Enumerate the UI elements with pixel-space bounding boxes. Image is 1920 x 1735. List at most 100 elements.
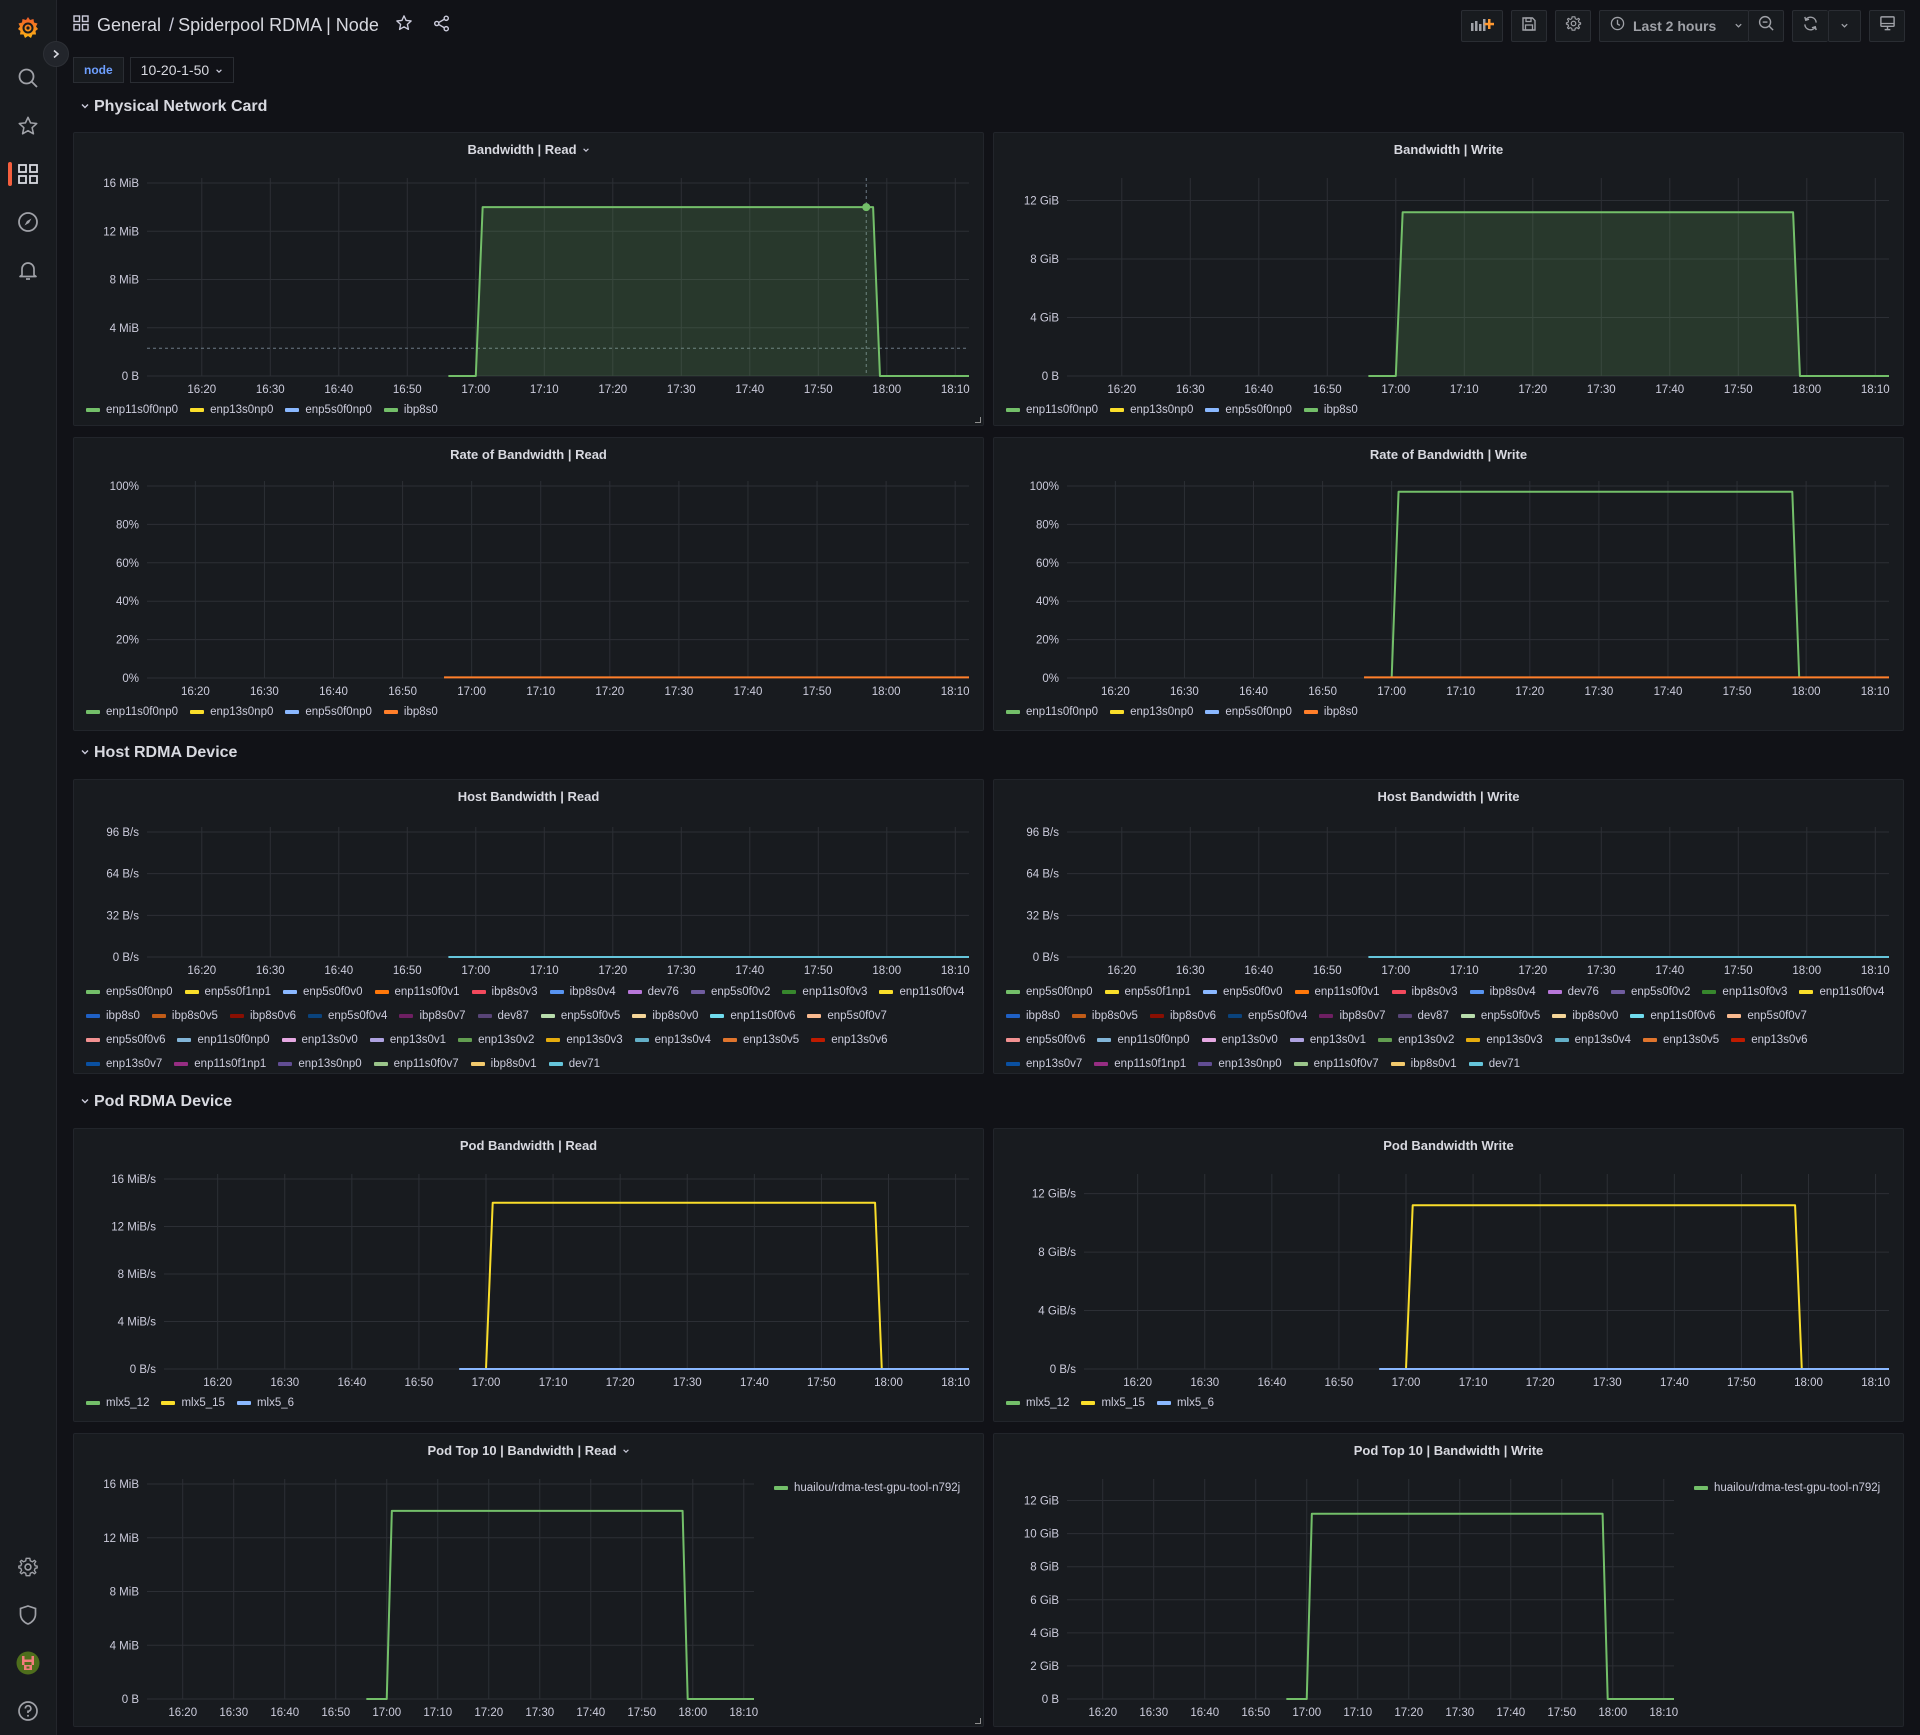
legend-item[interactable]: enp13s0np0 [1110,706,1193,718]
legend-item[interactable]: mlx5_15 [1081,1397,1145,1409]
legend-item[interactable]: enp13s0np0 [1198,1057,1282,1071]
series-line[interactable] [1390,490,1801,679]
legend-item[interactable]: enp13s0v6 [811,1033,888,1047]
legend-item[interactable]: enp13s0v2 [458,1033,534,1047]
legend-item[interactable]: enp5s0f0np0 [285,706,372,718]
dashboard-settings-button[interactable] [1555,10,1591,42]
alerting-icon[interactable] [14,256,42,284]
help-icon[interactable] [14,1697,42,1725]
legend-item[interactable]: mlx5_15 [161,1397,225,1409]
legend-item[interactable]: enp11s0f0v6 [1630,1009,1715,1023]
save-dashboard-button[interactable] [1511,10,1547,42]
legend-item[interactable]: enp5s0f0v2 [690,985,770,999]
legend-item[interactable]: enp13s0v4 [1554,1033,1631,1047]
legend-item[interactable]: ibp8s0 [1006,1009,1060,1023]
legend-item[interactable]: enp5s0f0np0 [1006,985,1093,999]
chart-svg[interactable]: 0% 20% 40% 60% 80% 100% 16:20 16:30 16:40 16:50 17… [994,438,1903,730]
legend-item[interactable]: enp5s0f0np0 [285,404,372,416]
chart-svg[interactable]: 0 B/s 4 MiB/s 8 MiB/s 12 MiB/s 16 MiB/s 16:20… [74,1129,983,1421]
panel-host-bandwidth-write[interactable]: Host Bandwidth | Write 0 B/s 32 B/s 64 B/s 9… [993,779,1904,1074]
legend-item[interactable]: enp11s0f0v7 [1293,1057,1379,1071]
legend-item[interactable]: enp11s0f0v6 [710,1009,795,1023]
legend-item[interactable]: ibp8s0 [1303,706,1358,718]
panel-bandwidth-read[interactable]: Bandwidth | Read 0 B4 MiB 8 MiB 12 MiB 16 Mi… [73,132,984,426]
legend-item[interactable]: ibp8s0v6 [229,1009,296,1023]
legend-item[interactable]: mlx5_6 [1156,1397,1214,1409]
legend-item[interactable]: enp11s0f0v7 [373,1057,459,1071]
legend-item[interactable]: enp11s0f1np1 [174,1057,266,1071]
legend-item[interactable]: enp11s0f0np0 [177,1033,270,1047]
user-avatar[interactable] [14,1649,42,1677]
breadcrumb-folder[interactable]: General [97,15,161,36]
legend-item[interactable]: enp5s0f0v5 [1460,1009,1540,1023]
explore-icon[interactable] [14,208,42,236]
legend-item[interactable]: enp13s0v1 [1289,1033,1366,1047]
row-pod-rdma-device[interactable]: Pod RDMA Device [80,1093,232,1111]
row-physical-network-card[interactable]: Physical Network Card [80,98,267,116]
legend-item[interactable]: dev87 [1397,1009,1449,1023]
legend-item[interactable]: ibp8s0v7 [1319,1009,1386,1023]
legend-item[interactable]: ibp8s0v4 [1469,985,1536,999]
chart-svg[interactable]: 0 B 2 GiB 4 GiB 6 GiB 8 GiB 10 GiB 12 GiB 16:20… [994,1434,1903,1726]
dashboard-title[interactable]: Spiderpool RDMA | Node [178,15,379,36]
legend-item[interactable]: enp5s0f0np0 [1205,404,1292,416]
legend-item[interactable]: mlx5_12 [86,1397,149,1409]
legend-item[interactable]: enp11s0f0v4 [879,985,964,999]
legend-item[interactable]: dev76 [627,985,679,999]
chart-svg[interactable]: 0 B 4 MiB 8 MiB 12 MiB 16 MiB 16:20 16:30 16:40… [74,133,983,425]
time-range-picker[interactable]: Last 2 hours [1599,10,1749,42]
legend-item[interactable]: enp5s0f0v0 [1203,985,1283,999]
legend-item[interactable]: ibp8s0v0 [632,1009,698,1023]
tv-mode-button[interactable] [1869,10,1905,42]
legend-item[interactable]: ibp8s0v1 [1390,1057,1457,1071]
search-icon[interactable] [14,64,42,92]
resize-handle[interactable] [975,1718,981,1724]
panel-rate-of-bandwidth-write[interactable]: Rate of Bandwidth | Write 0% 20% 40% 60% 80% 1… [993,437,1904,731]
share-icon[interactable] [433,15,450,37]
grafana-logo[interactable] [14,14,42,42]
panel-pod-top10-bandwidth-write[interactable]: Pod Top 10 | Bandwidth | Write 0 B2 GiB 4 … [993,1433,1904,1727]
legend-item[interactable]: enp11s0f0np0 [1097,1033,1190,1047]
legend-item[interactable]: enp5s0f0v0 [283,985,363,999]
legend-item[interactable]: enp5s0f0v4 [1227,1009,1307,1023]
chart-svg[interactable]: 0 B 4 MiB 8 MiB 12 MiB 16 MiB 16:20 16:30 16:40… [74,1434,983,1726]
expand-sidebar-button[interactable] [43,41,69,67]
refresh-button[interactable] [1792,10,1828,42]
chart-svg[interactable]: 0 B 4 GiB 8 GiB 12 GiB 16:20 16:30 16:40 16:50 1… [994,133,1903,425]
star-icon[interactable] [14,112,42,140]
legend-item[interactable]: enp13s0v0 [281,1033,358,1047]
legend-item[interactable]: enp11s0f0v1 [1294,985,1380,999]
legend-item[interactable]: dev76 [1547,985,1599,999]
legend-item[interactable]: enp11s0f0v4 [1799,985,1884,999]
legend-item[interactable]: ibp8s0 [383,706,438,718]
series-line[interactable] [366,1509,754,1700]
legend-item[interactable]: enp5s0f0v7 [1727,1009,1807,1023]
legend-item[interactable]: ibp8s0 [1303,404,1358,416]
legend-item[interactable]: enp13s0np0 [278,1057,362,1071]
legend-item[interactable]: enp5s0f1np1 [1104,985,1191,999]
legend-item[interactable]: enp5s0f1np1 [184,985,271,999]
legend-item[interactable]: ibp8s0v5 [151,1009,218,1023]
legend-item[interactable]: enp11s0f0np0 [86,706,178,718]
legend-item[interactable]: enp11s0f0np0 [86,404,178,416]
legend-item[interactable]: enp5s0f0v6 [1006,1033,1085,1047]
legend-item[interactable]: enp5s0f0v6 [86,1033,165,1047]
legend-item[interactable]: enp5s0f0np0 [1205,706,1292,718]
legend-item[interactable]: huailou/rdma-test-gpu-tool-n792j [1694,1482,1880,1494]
refresh-interval-dropdown[interactable] [1828,10,1861,42]
legend-item[interactable]: mlx5_12 [1006,1397,1069,1409]
legend-item[interactable]: ibp8s0v5 [1071,1009,1138,1023]
legend-item[interactable]: dev71 [548,1057,600,1071]
legend-item[interactable]: huailou/rdma-test-gpu-tool-n792j [774,1482,960,1494]
panel-pod-bandwidth-read[interactable]: Pod Bandwidth | Read 0 B/s 4 MiB/s 8 MiB/s 1… [73,1128,984,1422]
legend-item[interactable]: enp13s0v7 [1006,1057,1082,1071]
settings-icon[interactable] [14,1553,42,1581]
legend-item[interactable]: enp11s0f0np0 [1006,706,1098,718]
series-line[interactable] [485,1201,883,1370]
legend-item[interactable]: enp13s0v2 [1378,1033,1454,1047]
legend-item[interactable]: enp13s0v4 [634,1033,711,1047]
legend-item[interactable]: enp13s0v0 [1201,1033,1278,1047]
legend-item[interactable]: enp13s0v7 [86,1057,162,1071]
panel-pod-top10-bandwidth-read[interactable]: Pod Top 10 | Bandwidth | Read 0 B4 MiB 8 M… [73,1433,984,1727]
legend-item[interactable]: enp5s0f0v4 [307,1009,387,1023]
